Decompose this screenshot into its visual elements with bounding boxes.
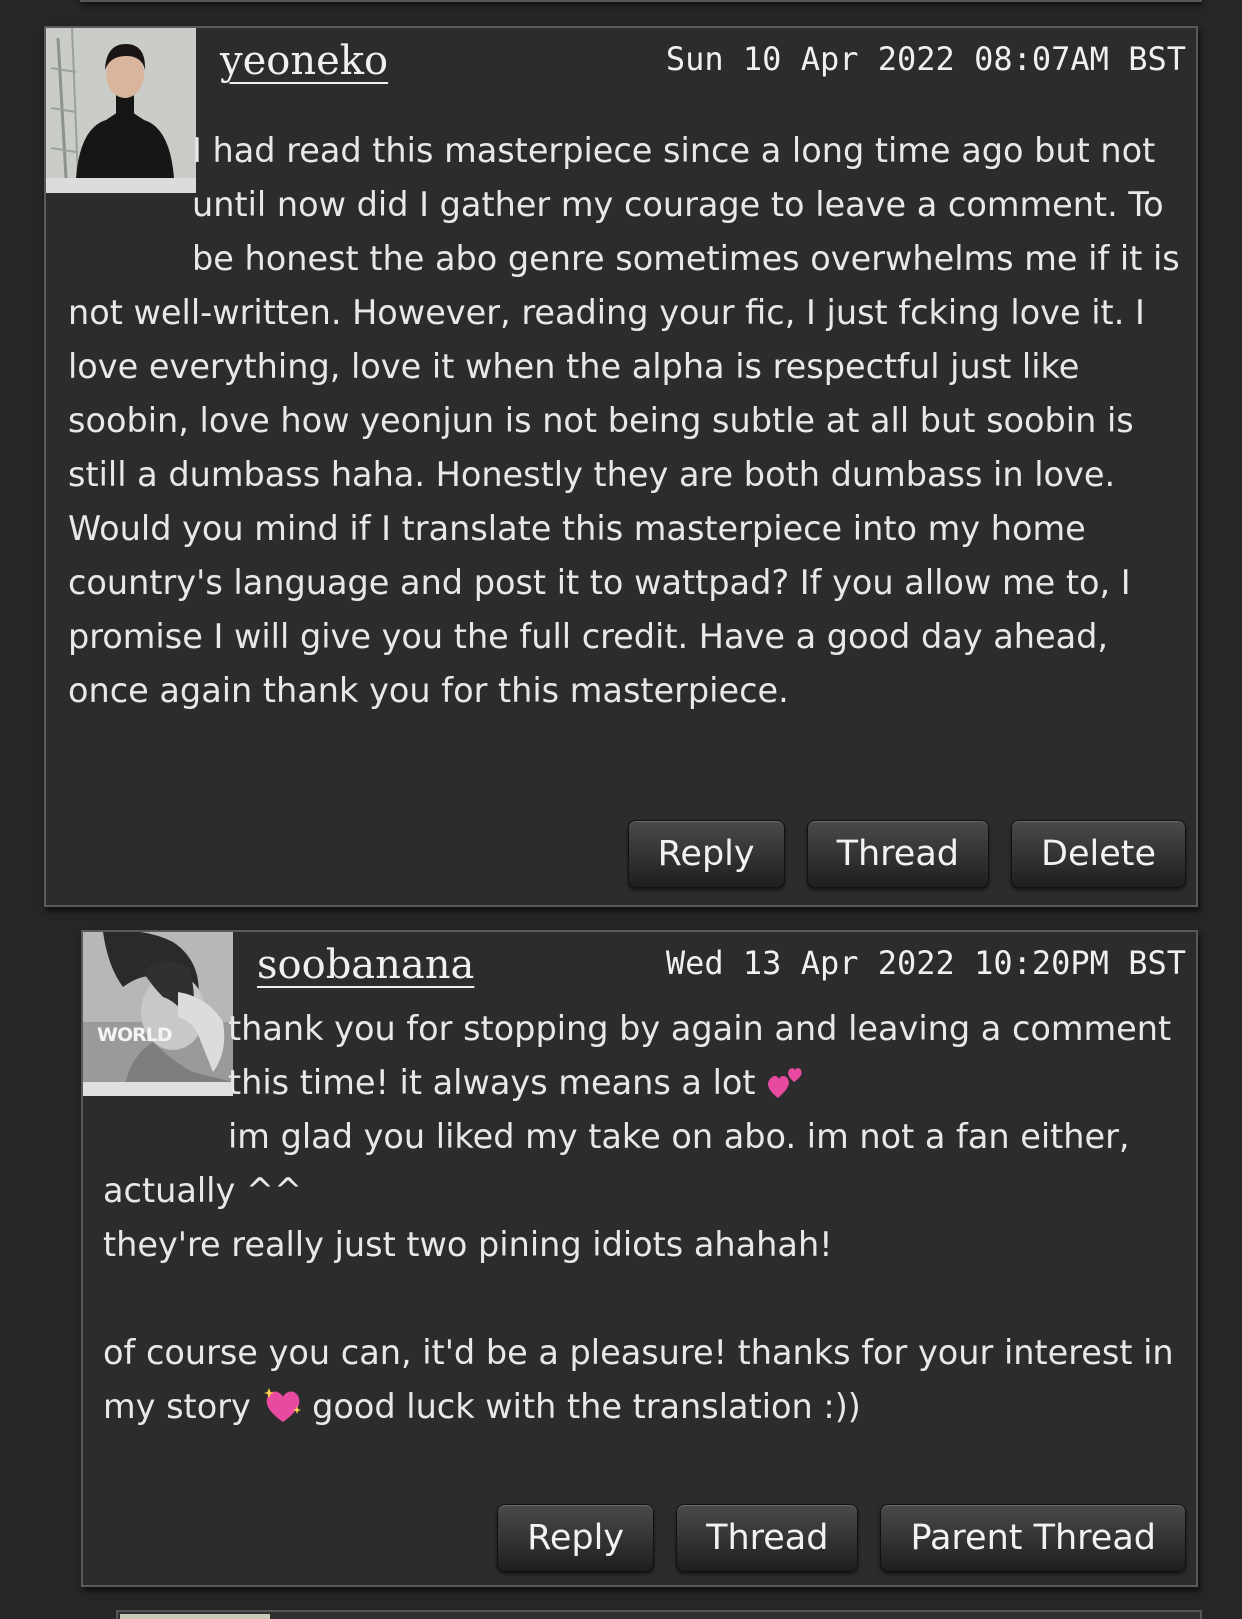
- reply-button[interactable]: Reply: [627, 820, 785, 888]
- comment-text: I had read this masterpiece since a long…: [68, 124, 1180, 718]
- comment-actions: Reply Thread Delete: [627, 820, 1186, 892]
- comment-yeoneko: yeoneko Sun 10 Apr 2022 08:07AM BST I ha…: [44, 26, 1198, 907]
- username[interactable]: soobanana: [257, 942, 474, 988]
- next-avatar-edge: [120, 1614, 270, 1619]
- sparkling-heart-icon: [261, 1384, 302, 1422]
- parent-thread-button[interactable]: Parent Thread: [880, 1504, 1186, 1572]
- timestamp: Wed 13 Apr 2022 10:20PM BST: [665, 944, 1186, 982]
- comment-text-content: I had read this masterpiece since a long…: [68, 131, 1180, 710]
- comment-actions: Reply Thread Parent Thread: [497, 1504, 1186, 1576]
- thread-button[interactable]: Thread: [676, 1504, 859, 1572]
- next-comment-edge: [116, 1610, 1202, 1619]
- comment-text: thank you for stopping by again and leav…: [103, 1002, 1178, 1434]
- thread-button[interactable]: Thread: [806, 820, 989, 888]
- comment-soobanana: WORLD soobanana Wed 13 Apr 2022 10:20PM …: [81, 930, 1198, 1587]
- previous-comment-edge: [80, 0, 1202, 2]
- comment-text-part3: good luck with the translation :)): [301, 1387, 861, 1426]
- comment-text-part2: im glad you liked my take on abo. im not…: [103, 1117, 1174, 1426]
- username[interactable]: yeoneko: [220, 38, 388, 84]
- reply-button[interactable]: Reply: [497, 1504, 655, 1572]
- timestamp: Sun 10 Apr 2022 08:07AM BST: [665, 40, 1186, 78]
- delete-button[interactable]: Delete: [1011, 820, 1186, 888]
- comment-text-part1: thank you for stopping by again and leav…: [228, 1009, 1182, 1102]
- two-hearts-icon: [766, 1062, 806, 1098]
- avatar-spacer: [46, 124, 192, 234]
- avatar-spacer: [83, 1002, 228, 1112]
